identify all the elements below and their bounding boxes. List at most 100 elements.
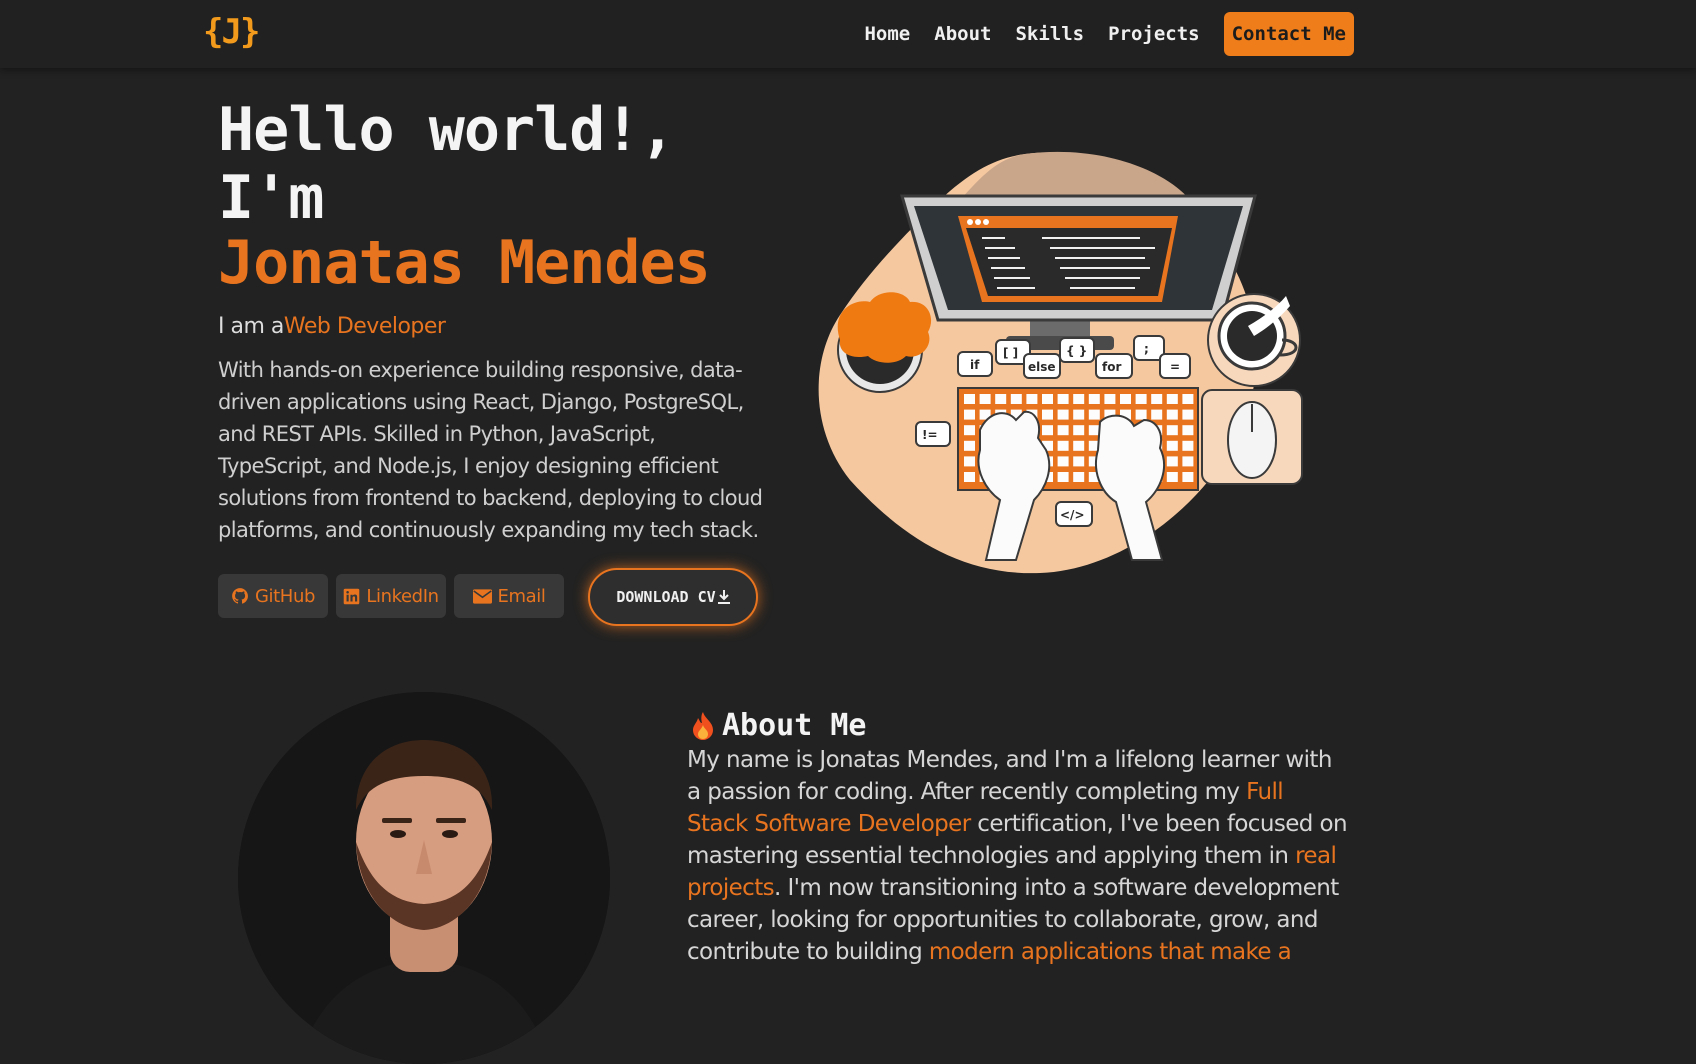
email-label: Email [497, 585, 546, 607]
role-prefix: I am a [218, 314, 284, 339]
developer-illustration: if [ ] else { } for ; = != </> [818, 151, 1303, 574]
keyboard-key [964, 440, 975, 451]
github-button[interactable]: GitHub [218, 574, 328, 618]
keyboard-key [1042, 409, 1053, 420]
nav-links: Home About Skills Projects Contact Me [840, 12, 1354, 56]
keyboard-key [1057, 394, 1069, 404]
keyboard-key [1088, 394, 1100, 404]
person-avatar [238, 692, 610, 1064]
keyboard-key [1182, 456, 1194, 467]
hero-greeting: Hello world!, I'm [218, 95, 676, 233]
keyboard-key [1073, 456, 1085, 467]
keyboard-key [1088, 409, 1100, 420]
svg-text:</>: </> [1060, 508, 1085, 522]
keyboard-key [1073, 472, 1085, 482]
blob-top-shade [960, 151, 1190, 200]
github-icon [232, 588, 248, 604]
linkedin-button[interactable]: LinkedIn [336, 574, 446, 618]
download-cv-label: DOWNLOAD CV [616, 588, 716, 606]
keyboard-key [1166, 425, 1178, 436]
role-title: Web Developer [283, 314, 446, 339]
keyboard-key [1135, 409, 1147, 420]
logo[interactable]: {J} [203, 12, 260, 52]
window-dot [975, 219, 981, 225]
keyboard-key [979, 394, 991, 404]
keyboard-key [1010, 394, 1022, 404]
role-line: I am aWeb Developer [218, 314, 446, 339]
keyboard-key [1026, 394, 1038, 404]
keyboard-key [964, 456, 975, 467]
keyboard-key [1073, 440, 1085, 451]
keyboard-key [1104, 394, 1116, 404]
keyboard-key [1166, 456, 1178, 467]
download-icon [717, 590, 730, 604]
svg-text:;: ; [1144, 342, 1149, 356]
svg-text:=: = [1170, 360, 1180, 374]
profile-photo [238, 692, 610, 1064]
keyboard-key [1042, 425, 1053, 436]
window-dot [983, 219, 989, 225]
keyboard-key [1057, 425, 1069, 436]
about-title: About Me [722, 708, 867, 743]
modern-applications-link[interactable]: modern applications that make a [929, 939, 1292, 965]
keyboard-key [1057, 456, 1069, 467]
linkedin-icon [344, 588, 360, 604]
greeting-line-1: Hello world!, [218, 95, 676, 165]
keyboard-key [1135, 394, 1147, 404]
about-paragraph: My name is Jonatas Mendes, and I'm a lif… [687, 744, 1348, 968]
keyboard-key [1166, 472, 1178, 482]
left-eye [390, 830, 406, 838]
email-button[interactable]: Email [454, 574, 564, 618]
email-icon [472, 588, 492, 604]
keyboard-key [964, 425, 975, 436]
keyboard-key [1073, 409, 1085, 420]
about-text-1: My name is Jonatas Mendes, and I'm a lif… [687, 747, 1332, 805]
keyboard-key [1182, 472, 1194, 482]
keyboard-key [1088, 425, 1100, 436]
nav-projects[interactable]: Projects [1108, 23, 1200, 45]
window-dot [967, 219, 973, 225]
fire-icon [693, 711, 713, 740]
svg-text:for: for [1102, 360, 1121, 374]
greeting-line-2: I'm [218, 163, 324, 233]
right-eye [442, 830, 458, 838]
keyboard-key [1182, 440, 1194, 451]
keyboard-key [1057, 440, 1069, 451]
keyboard-key [1166, 394, 1178, 404]
keyboard-key [1073, 394, 1085, 404]
keyboard-key [1057, 472, 1069, 482]
download-cv-button[interactable]: DOWNLOAD CV [588, 568, 758, 626]
keyboard-key [1182, 425, 1194, 436]
keyboard-key [1182, 394, 1194, 404]
keyboard-key [1042, 394, 1053, 404]
about-heading: About Me [690, 708, 867, 743]
keyboard-key [964, 394, 975, 404]
keyboard-key [1151, 409, 1163, 420]
keyboard-key [964, 409, 975, 420]
keyboard-key [1182, 409, 1194, 420]
svg-text:!=: != [922, 428, 938, 442]
svg-text:[ ]: [ ] [1003, 346, 1018, 360]
nav-skills[interactable]: Skills [1015, 23, 1084, 45]
nav-about[interactable]: About [934, 23, 991, 45]
hero-bio: With hands-on experience building respon… [218, 358, 763, 542]
navbar: {J} Home About Skills Projects Contact M… [0, 0, 1696, 68]
keyboard-key [1166, 440, 1178, 451]
github-label: GitHub [255, 585, 315, 607]
svg-text:else: else [1028, 360, 1056, 374]
nav-home[interactable]: Home [864, 23, 910, 45]
hero-name: Jonatas Mendes [218, 228, 711, 298]
svg-text:{ }: { } [1066, 344, 1087, 358]
contact-me-button[interactable]: Contact Me [1223, 12, 1354, 56]
keyboard-key [995, 394, 1007, 404]
keyboard-key [1166, 409, 1178, 420]
left-brow [382, 818, 412, 823]
linkedin-label: LinkedIn [366, 585, 439, 607]
svg-text:if: if [970, 358, 980, 372]
keyboard-key [1120, 394, 1131, 404]
keyboard-key [1057, 409, 1069, 420]
keyboard-key [1151, 394, 1163, 404]
right-brow [436, 818, 466, 823]
keyboard-key [964, 472, 975, 482]
keyboard-key [1073, 425, 1085, 436]
